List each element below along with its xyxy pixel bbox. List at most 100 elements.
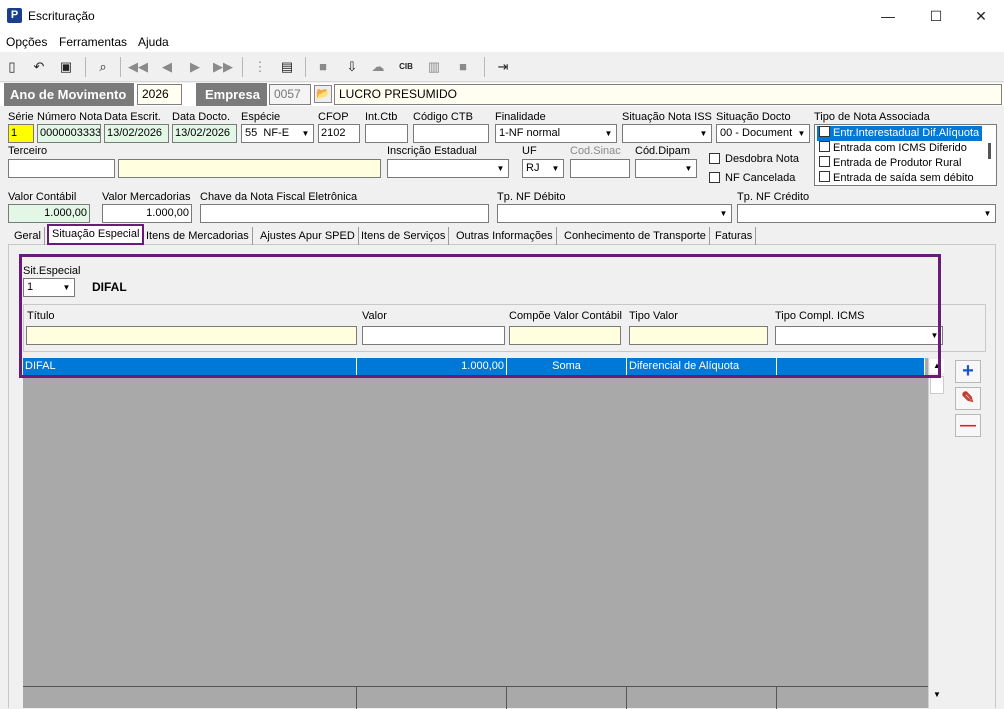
finalidade-label: Finalidade	[495, 111, 546, 123]
undo-icon[interactable]: ↶	[30, 58, 48, 76]
codigo-ctb-label: Código CTB	[413, 111, 473, 123]
chevron-down-icon: ▼	[496, 164, 505, 173]
desdobra-label: Desdobra Nota	[725, 153, 799, 165]
chevron-down-icon: ▼	[719, 209, 728, 218]
serie-input[interactable]: 1	[8, 124, 34, 143]
int-ctb-label: Int.Ctb	[365, 111, 398, 123]
cod-dipam-select[interactable]: ▼	[635, 159, 697, 178]
chevron-down-icon: ▼	[301, 129, 310, 138]
tp-debito-select[interactable]: ▼	[497, 204, 732, 223]
valor-contabil-input[interactable]: 1.000,00	[8, 204, 90, 223]
menu-ajuda[interactable]: Ajuda	[138, 35, 169, 49]
menu-ferramentas[interactable]: Ferramentas	[59, 35, 127, 49]
data-docto-input[interactable]: 13/02/2026	[172, 124, 237, 143]
close-button[interactable]: ✕	[958, 3, 1004, 29]
edit-icon[interactable]: ✎	[955, 387, 981, 410]
tab-faturas[interactable]: Faturas	[712, 227, 757, 245]
tab-ajustes-sped[interactable]: Ajustes Apur SPED	[257, 227, 359, 245]
tab-outras-informacoes[interactable]: Outras Informações	[453, 227, 557, 245]
codigo-ctb-input[interactable]	[413, 124, 489, 143]
cib-icon[interactable]: CIB	[397, 58, 415, 76]
tipo-nota-item-2-label: Entrada com ICMS Diferido	[833, 142, 967, 154]
terceiro-code-input[interactable]	[8, 159, 115, 178]
tab-itens-mercadorias[interactable]: Itens de Mercadorias	[143, 227, 253, 245]
empresa-label: Empresa	[196, 83, 267, 106]
cfop-input[interactable]: 2102	[318, 124, 360, 143]
sit-iss-label: Situação Nota ISS	[622, 111, 712, 123]
first-icon[interactable]: ◀◀	[128, 58, 148, 76]
terceiro-name-field	[118, 159, 381, 178]
prev-icon[interactable]: ◀	[158, 58, 176, 76]
ano-movimento-label: Ano de Movimento	[4, 83, 134, 106]
cloud-icon[interactable]: ☁	[369, 58, 387, 76]
tab-situacao-especial[interactable]: Situação Especial	[47, 224, 145, 245]
uf-select[interactable]: RJ ▼	[522, 159, 564, 178]
tipo-nota-label: Tipo de Nota Associada	[814, 111, 930, 123]
empresa-code-input[interactable]: 0057	[269, 84, 311, 105]
int-ctb-input[interactable]	[365, 124, 408, 143]
grid-icon[interactable]: ▥	[425, 58, 443, 76]
ano-movimento-input[interactable]: 2026	[137, 84, 182, 105]
maximize-button[interactable]: ☐	[913, 3, 959, 29]
save-icon[interactable]: ▣	[57, 58, 75, 76]
folder-open-icon[interactable]: 📂	[314, 85, 332, 103]
insc-estadual-select[interactable]: ▼	[387, 159, 509, 178]
tab-itens-servicos[interactable]: Itens de Serviços	[358, 227, 450, 245]
grid-scrollbar[interactable]: ▲ ▼	[928, 358, 944, 708]
especie-select[interactable]: 55 NF-E ▼	[241, 124, 314, 143]
tipo-nota-item-4[interactable]: Entrada de saída sem débito	[817, 171, 974, 186]
data-docto-label: Data Docto.	[172, 111, 231, 123]
tab-conhecimento-transporte[interactable]: Conhecimento de Transporte	[561, 227, 710, 245]
title-bar	[0, 0, 1004, 32]
calc-icon[interactable]: ▤	[278, 58, 296, 76]
valor-merc-input[interactable]: 1.000,00	[102, 204, 192, 223]
scrollbar-thumb[interactable]	[930, 376, 944, 394]
chave-nfe-input[interactable]	[200, 204, 489, 223]
highlight-box	[19, 254, 941, 378]
exit-icon[interactable]: ⇥	[494, 58, 512, 76]
sit-docto-value: 00 - Document	[720, 127, 793, 139]
tp-credito-select[interactable]: ▼	[737, 204, 996, 223]
valor-merc-label: Valor Mercadorias	[102, 191, 191, 203]
tipo-nota-list[interactable]: Entr.Interestadual Dif.Alíquota Entrada …	[814, 124, 997, 186]
window-title: Escrituração	[28, 9, 95, 23]
next-icon[interactable]: ▶	[186, 58, 204, 76]
chevron-down-icon: ▼	[983, 209, 992, 218]
tipo-nota-item-3[interactable]: Entrada de Produtor Rural	[817, 156, 961, 171]
add-icon[interactable]: +	[955, 360, 981, 383]
app-logo-icon: P	[7, 8, 22, 23]
scroll-down-icon[interactable]: ▼	[930, 688, 944, 702]
terceiro-label: Terceiro	[8, 145, 48, 157]
data-escrit-label: Data Escrit.	[104, 111, 161, 123]
download-icon[interactable]: ⇩	[343, 58, 361, 76]
remove-icon[interactable]: —	[955, 414, 981, 437]
uf-value: RJ	[526, 162, 540, 174]
chevron-down-icon: ▼	[699, 129, 708, 138]
sit-iss-select[interactable]: ▼	[622, 124, 712, 143]
report-icon[interactable]: ■	[314, 58, 332, 76]
numero-nota-input[interactable]: 0000003333	[37, 124, 101, 143]
square-icon[interactable]: ■	[454, 58, 472, 76]
new-icon[interactable]: ▯	[3, 58, 21, 76]
tipo-nota-item-1[interactable]: Entr.Interestadual Dif.Alíquota	[817, 126, 982, 141]
finalidade-value: 1-NF normal	[499, 127, 561, 139]
sit-docto-select[interactable]: 00 - Document ▼	[716, 124, 810, 143]
tab-geral[interactable]: Geral	[11, 227, 45, 245]
chevron-down-icon: ▼	[604, 129, 613, 138]
tipo-nota-item-2[interactable]: Entrada com ICMS Diferido	[817, 141, 967, 156]
serie-label: Série	[8, 111, 34, 123]
cod-sinac-input[interactable]	[570, 159, 630, 178]
tipo-nota-item-3-label: Entrada de Produtor Rural	[833, 157, 962, 169]
desdobra-checkbox[interactable]	[709, 153, 720, 164]
last-icon[interactable]: ▶▶	[213, 58, 233, 76]
grid-footer	[23, 686, 929, 709]
minimize-button[interactable]: —	[865, 3, 911, 29]
menu-opcoes[interactable]: Opções	[6, 35, 47, 49]
data-escrit-input[interactable]: 13/02/2026	[104, 124, 169, 143]
tp-credito-label: Tp. NF Crédito	[737, 191, 810, 203]
tree-icon[interactable]: ⋮	[251, 58, 269, 76]
list-scrollbar-thumb[interactable]	[988, 143, 991, 159]
finalidade-select[interactable]: 1-NF normal ▼	[495, 124, 617, 143]
preview-icon[interactable]: ⌕	[94, 58, 112, 76]
nf-cancelada-checkbox[interactable]	[709, 172, 720, 183]
